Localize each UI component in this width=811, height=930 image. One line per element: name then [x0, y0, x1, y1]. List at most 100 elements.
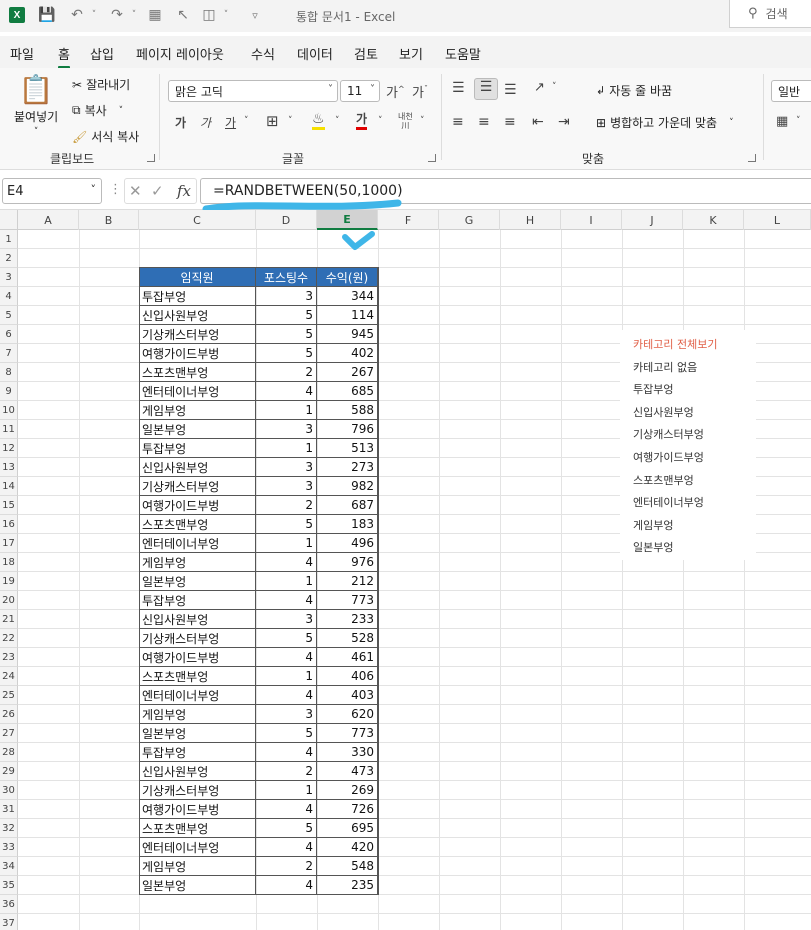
paste-button[interactable]: 📋 붙여넣기 ˅: [14, 74, 58, 138]
formula-input[interactable]: =RANDBETWEEN(50,1000): [200, 178, 811, 204]
font-color-icon[interactable]: 가: [356, 112, 368, 130]
table-cell[interactable]: 183: [317, 515, 378, 534]
table-cell[interactable]: 4: [256, 382, 317, 401]
accounting-format-icon[interactable]: ▦: [776, 114, 788, 129]
row-header[interactable]: 23: [0, 648, 18, 667]
row-header[interactable]: 18: [0, 553, 18, 572]
undo-icon[interactable]: ↶: [66, 4, 88, 26]
table-cell[interactable]: 2: [256, 496, 317, 515]
table-cell[interactable]: 330: [317, 743, 378, 762]
table-cell[interactable]: 273: [317, 458, 378, 477]
table-cell[interactable]: 3: [256, 287, 317, 306]
table-cell[interactable]: 4: [256, 591, 317, 610]
bold-icon[interactable]: 가: [175, 114, 186, 131]
camera-icon[interactable]: ◫: [198, 4, 220, 26]
tab-data[interactable]: 데이터: [297, 44, 333, 63]
cut-button[interactable]: ✂ 잘라내기: [72, 76, 130, 93]
row-header[interactable]: 5: [0, 306, 18, 325]
save-icon[interactable]: 💾: [36, 4, 58, 26]
name-box[interactable]: E4 ˅: [2, 178, 102, 204]
table-cell[interactable]: 신입사원부엉: [139, 610, 256, 629]
row-header[interactable]: 1: [0, 230, 18, 249]
row-header[interactable]: 10: [0, 401, 18, 420]
increase-font-icon[interactable]: 가^: [386, 82, 405, 101]
table-cell[interactable]: 신입사원부엉: [139, 306, 256, 325]
format-painter-button[interactable]: 🖌 서식 복사: [72, 128, 139, 145]
table-cell[interactable]: 여행가이드부벙: [139, 648, 256, 667]
row-header[interactable]: 28: [0, 743, 18, 762]
enter-icon[interactable]: ✓: [151, 182, 164, 200]
table-cell[interactable]: 스포츠맨부엉: [139, 819, 256, 838]
row-header[interactable]: 31: [0, 800, 18, 819]
row-header[interactable]: 17: [0, 534, 18, 553]
align-center-icon[interactable]: ≡: [478, 114, 490, 130]
table-cell[interactable]: 695: [317, 819, 378, 838]
column-header-g[interactable]: G: [439, 210, 500, 230]
select-all-corner[interactable]: [0, 210, 18, 230]
table-cell[interactable]: 1: [256, 439, 317, 458]
category-item[interactable]: 신입사원부엉: [633, 404, 694, 420]
table-cell[interactable]: 982: [317, 477, 378, 496]
tab-formulas[interactable]: 수식: [251, 44, 275, 63]
table-cell[interactable]: 548: [317, 857, 378, 876]
table-cell[interactable]: 일본부엉: [139, 876, 256, 895]
table-cell[interactable]: 406: [317, 667, 378, 686]
table-cell[interactable]: 945: [317, 325, 378, 344]
underline-icon[interactable]: 가: [225, 114, 236, 131]
row-header[interactable]: 29: [0, 762, 18, 781]
row-header[interactable]: 11: [0, 420, 18, 439]
table-cell[interactable]: 235: [317, 876, 378, 895]
row-header[interactable]: 36: [0, 895, 18, 914]
table-cell[interactable]: 투잡부엉: [139, 439, 256, 458]
row-header[interactable]: 33: [0, 838, 18, 857]
column-header-j[interactable]: J: [622, 210, 683, 230]
column-header-f[interactable]: F: [378, 210, 439, 230]
table-cell[interactable]: 엔터테이너부엉: [139, 838, 256, 857]
table-cell[interactable]: 스포츠맨부엉: [139, 515, 256, 534]
table-cell[interactable]: 3: [256, 458, 317, 477]
table-cell[interactable]: 엔터테이너부엉: [139, 686, 256, 705]
row-header[interactable]: 16: [0, 515, 18, 534]
table-cell[interactable]: 269: [317, 781, 378, 800]
align-bottom-icon[interactable]: ☰: [504, 82, 517, 98]
table-cell[interactable]: 게임부엉: [139, 705, 256, 724]
table-cell[interactable]: 게임부엉: [139, 553, 256, 572]
column-header-e[interactable]: E: [317, 210, 378, 230]
table-cell[interactable]: 게임부엉: [139, 401, 256, 420]
table-cell[interactable]: 4: [256, 800, 317, 819]
chevron-down-icon[interactable]: ˅: [378, 116, 383, 126]
align-left-icon[interactable]: ≡: [452, 114, 464, 130]
tab-view[interactable]: 보기: [399, 44, 423, 63]
chevron-down-icon[interactable]: ˅: [244, 116, 249, 126]
table-cell[interactable]: 일본부엉: [139, 420, 256, 439]
orientation-icon[interactable]: ↗: [534, 80, 545, 95]
more-options-icon[interactable]: ⋮: [109, 182, 122, 197]
table-cell[interactable]: 620: [317, 705, 378, 724]
table-cell[interactable]: 3: [256, 610, 317, 629]
table-cell[interactable]: 267: [317, 363, 378, 382]
row-header[interactable]: 19: [0, 572, 18, 591]
table-cell[interactable]: 212: [317, 572, 378, 591]
table-cell[interactable]: 726: [317, 800, 378, 819]
phonetic-icon[interactable]: 내천 川: [398, 112, 413, 130]
category-item[interactable]: 여행가이드부엉: [633, 449, 704, 465]
row-header[interactable]: 37: [0, 914, 18, 930]
row-header[interactable]: 22: [0, 629, 18, 648]
table-cell[interactable]: 233: [317, 610, 378, 629]
table-cell[interactable]: 2: [256, 363, 317, 382]
category-item[interactable]: 기상캐스터부엉: [633, 426, 704, 442]
insert-function-icon[interactable]: fx: [177, 182, 191, 200]
table-cell[interactable]: 2: [256, 857, 317, 876]
chevron-down-icon[interactable]: ˅: [420, 116, 425, 126]
row-header[interactable]: 13: [0, 458, 18, 477]
table-cell[interactable]: 신입사원부엉: [139, 762, 256, 781]
table-cell[interactable]: 여행가이드부벙: [139, 344, 256, 363]
row-header[interactable]: 24: [0, 667, 18, 686]
chevron-down-icon[interactable]: ˅: [335, 116, 340, 126]
row-header[interactable]: 35: [0, 876, 18, 895]
column-header-b[interactable]: B: [79, 210, 139, 230]
chevron-down-icon[interactable]: ˅: [288, 116, 293, 126]
table-cell[interactable]: 3: [256, 705, 317, 724]
table-cell[interactable]: 588: [317, 401, 378, 420]
table-cell[interactable]: 투잡부엉: [139, 287, 256, 306]
